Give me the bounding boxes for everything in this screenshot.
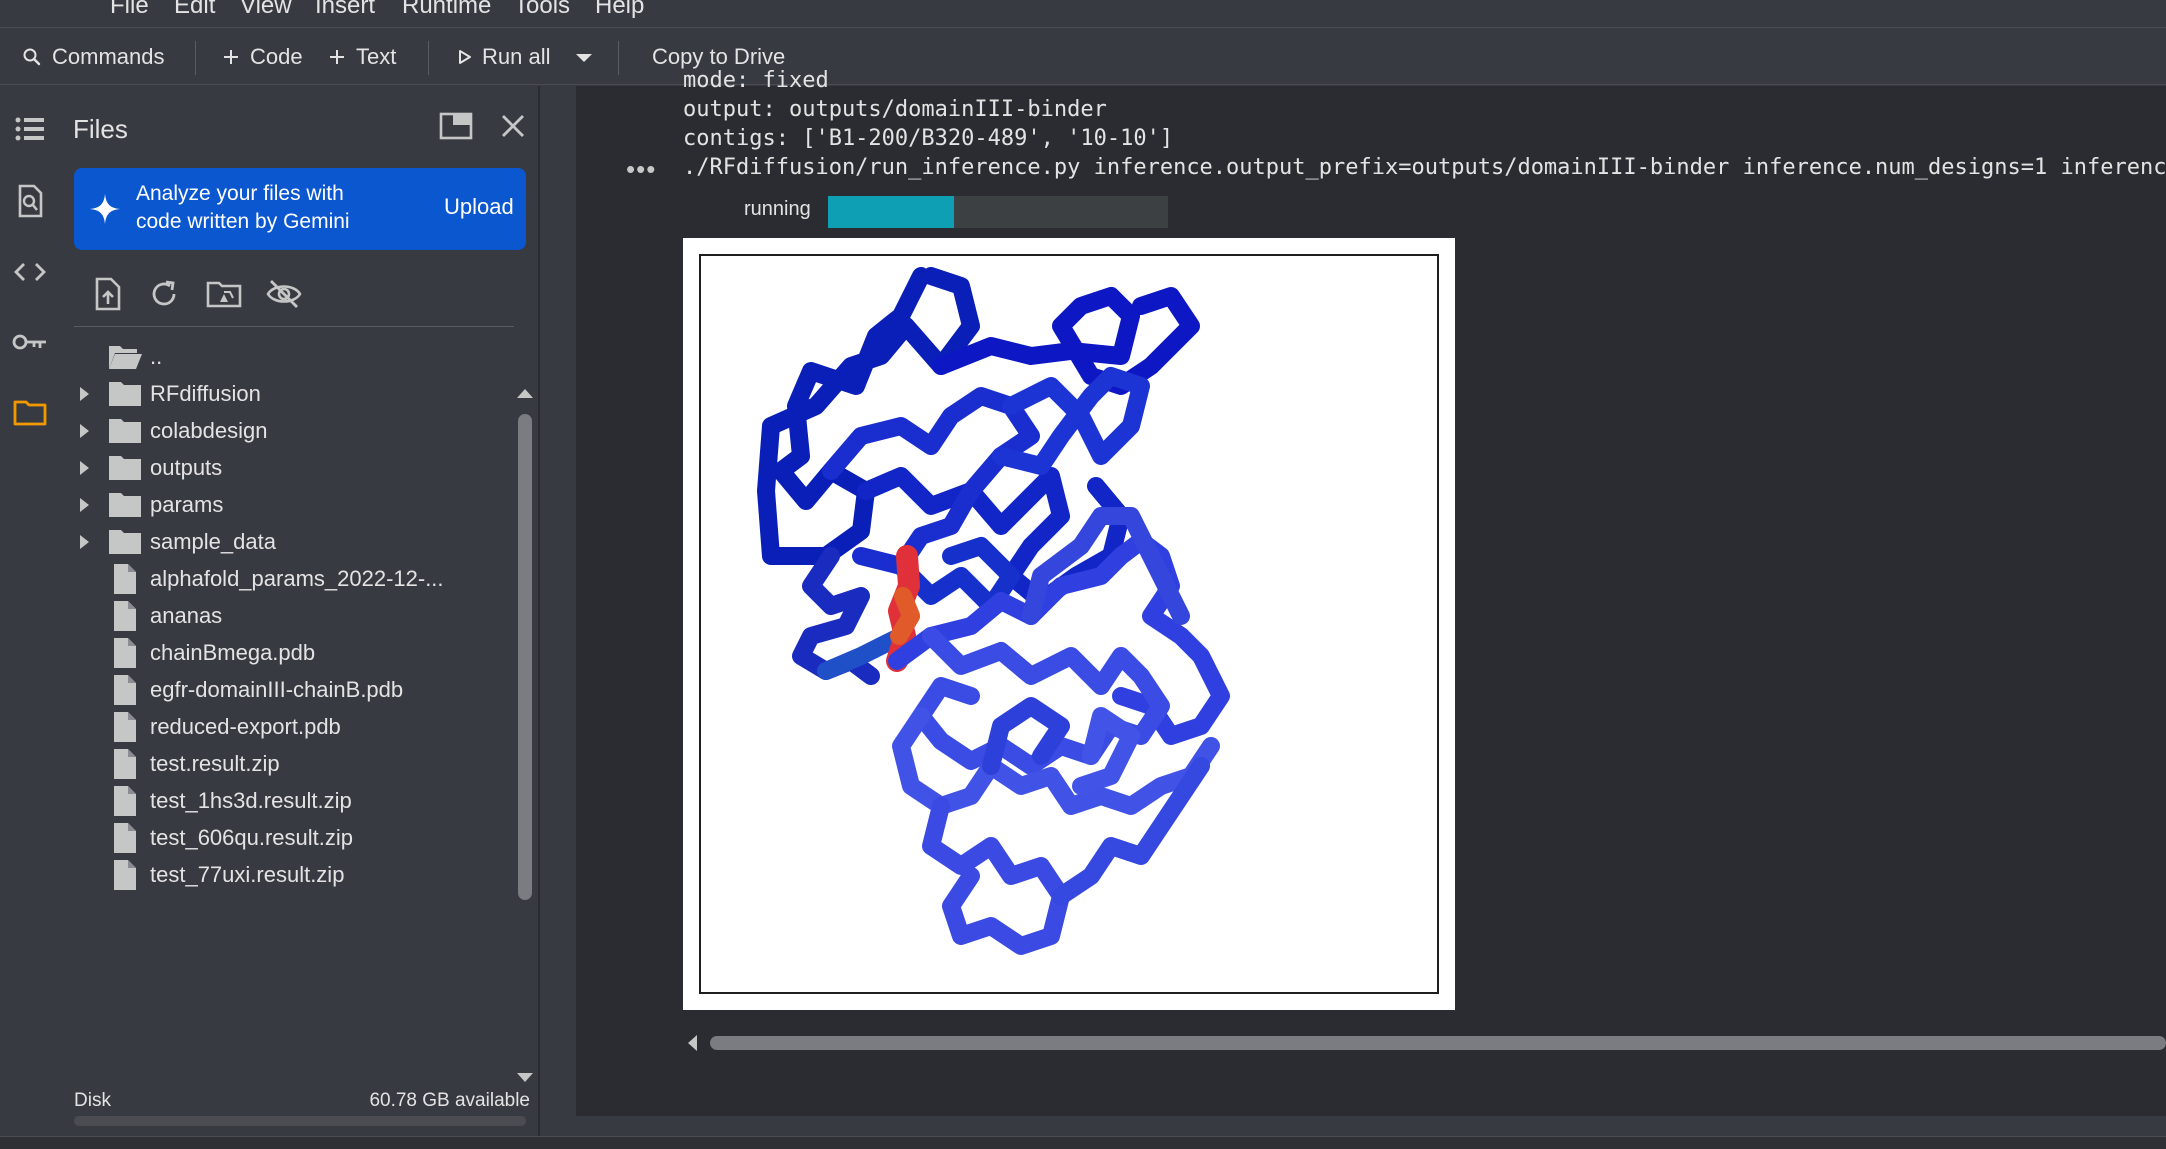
menu-edit[interactable]: Edit bbox=[174, 0, 215, 20]
caret-right-icon[interactable] bbox=[74, 458, 94, 478]
code-snippets-icon[interactable] bbox=[12, 254, 48, 290]
menu-view[interactable]: View bbox=[240, 0, 292, 20]
tree-row-label: test_77uxi.result.zip bbox=[150, 862, 345, 887]
tree-row-label: test_606qu.result.zip bbox=[150, 825, 354, 850]
toolbar: Commands Code Text Run all Copy to Drive bbox=[0, 29, 2166, 85]
menu-help[interactable]: Help bbox=[595, 0, 644, 20]
tree-row-label: sample_data bbox=[150, 529, 276, 554]
disk-label: Disk bbox=[74, 1090, 111, 1111]
toolbar-divider bbox=[195, 41, 196, 75]
progress-bar bbox=[828, 196, 1168, 228]
files-divider bbox=[74, 326, 514, 327]
caret-right-icon[interactable] bbox=[74, 421, 94, 441]
run-options-dropdown[interactable] bbox=[574, 41, 594, 73]
output-line: output: outputs/domainIII-binder bbox=[683, 97, 1107, 122]
commands-button[interactable]: Commands bbox=[22, 41, 164, 73]
menu-runtime[interactable]: Runtime bbox=[402, 0, 491, 20]
caret-down-icon bbox=[574, 44, 594, 70]
menu-insert[interactable]: Insert bbox=[315, 0, 375, 20]
output-horizontal-scrollbar[interactable] bbox=[686, 1032, 2166, 1052]
files-panel: Files Analyze your files with code writt… bbox=[60, 86, 540, 1136]
copy-to-drive-label: Copy to Drive bbox=[652, 44, 786, 69]
refresh-icon[interactable] bbox=[142, 272, 186, 316]
close-icon[interactable] bbox=[493, 106, 533, 146]
plus-icon bbox=[328, 48, 346, 66]
tree-row-label: alphafold_params_2022-12-... bbox=[150, 566, 444, 591]
scroll-left-arrow-icon[interactable] bbox=[686, 1034, 698, 1057]
hide-files-icon[interactable] bbox=[262, 272, 306, 316]
figure-frame bbox=[699, 254, 1439, 994]
output-line: contigs: ['B1-200/B320-489', '10-10'] bbox=[683, 126, 1174, 151]
table-of-contents-icon[interactable] bbox=[12, 111, 48, 147]
left-rail bbox=[0, 86, 60, 1136]
scroll-up-arrow-icon[interactable] bbox=[516, 386, 534, 404]
tree-row-file[interactable]: test_77uxi.result.zip bbox=[60, 850, 510, 900]
search-icon bbox=[22, 47, 42, 67]
status-label: running bbox=[744, 198, 811, 220]
gemini-banner-text: Analyze your files with code written by … bbox=[136, 182, 350, 233]
plus-icon bbox=[222, 48, 240, 66]
tree-row-label: outputs bbox=[150, 455, 223, 480]
run-all-button[interactable]: Run all bbox=[458, 41, 550, 73]
scroll-down-arrow-icon[interactable] bbox=[516, 1071, 534, 1089]
mount-drive-icon[interactable] bbox=[202, 272, 246, 316]
menu-tools[interactable]: Tools bbox=[514, 0, 570, 20]
file-icon bbox=[107, 859, 143, 891]
open-in-tab-icon[interactable] bbox=[436, 106, 476, 146]
menu-bar: File Edit View Insert Runtime Tools Help bbox=[0, 0, 2166, 28]
status-bar bbox=[0, 1136, 2166, 1149]
caret-right-icon[interactable] bbox=[74, 532, 94, 552]
gemini-sparkle-icon bbox=[88, 192, 122, 231]
protein-structure-render bbox=[757, 267, 1230, 955]
file-tree: .. RFdiffusion colabdesign outputs param… bbox=[60, 332, 510, 1084]
add-text-button[interactable]: Text bbox=[328, 41, 396, 73]
caret-right-icon[interactable] bbox=[74, 495, 94, 515]
tree-row-label: test_1hs3d.result.zip bbox=[150, 788, 352, 813]
commands-label: Commands bbox=[52, 44, 165, 69]
progress-fill bbox=[828, 196, 954, 228]
menu-file[interactable]: File bbox=[110, 0, 149, 20]
disk-usage-bar bbox=[74, 1116, 526, 1126]
disk-available: 60.78 GB available bbox=[369, 1090, 530, 1111]
files-folder-icon[interactable] bbox=[12, 394, 48, 430]
output-line: ./RFdiffusion/run_inference.py inference… bbox=[683, 155, 2166, 180]
files-panel-title: Files bbox=[73, 114, 128, 144]
tree-row-label: chainBmega.pdb bbox=[150, 640, 316, 665]
scrollbar-thumb[interactable] bbox=[518, 414, 532, 900]
find-replace-icon[interactable] bbox=[12, 183, 48, 219]
upload-button[interactable]: Upload bbox=[444, 194, 514, 220]
tree-row-label: test.result.zip bbox=[150, 751, 280, 776]
add-text-label: Text bbox=[356, 44, 397, 69]
upload-file-icon[interactable] bbox=[86, 272, 130, 316]
add-code-button[interactable]: Code bbox=[222, 41, 303, 73]
tree-row-label: colabdesign bbox=[150, 418, 268, 443]
protein-structure-figure bbox=[683, 238, 1455, 1010]
tree-row-label: .. bbox=[150, 344, 163, 369]
notebook-main: ••• mode: fixed output: outputs/domainII… bbox=[542, 68, 2166, 1136]
output-line: mode: fixed bbox=[683, 68, 829, 93]
tree-row-label: params bbox=[150, 492, 224, 517]
disk-usage: Disk 60.78 GB available bbox=[74, 1090, 530, 1112]
tree-row-label: reduced-export.pdb bbox=[150, 714, 341, 739]
secrets-key-icon[interactable] bbox=[12, 324, 48, 360]
scrollbar-thumb[interactable] bbox=[710, 1036, 2166, 1050]
more-options-icon[interactable]: ••• bbox=[626, 154, 656, 185]
play-icon bbox=[458, 49, 472, 65]
toolbar-divider bbox=[428, 41, 429, 75]
file-tree-scrollbar[interactable] bbox=[514, 386, 534, 1086]
tree-row-label: RFdiffusion bbox=[150, 381, 261, 406]
caret-right-icon[interactable] bbox=[74, 384, 94, 404]
run-all-label: Run all bbox=[482, 44, 551, 69]
toolbar-divider bbox=[618, 41, 619, 75]
disk-usage-fill bbox=[74, 1116, 526, 1126]
add-code-label: Code bbox=[250, 44, 303, 69]
tree-row-label: egfr-domainIII-chainB.pdb bbox=[150, 677, 404, 702]
output-cell: ••• mode: fixed output: outputs/domainII… bbox=[576, 68, 2166, 1116]
gemini-banner: Analyze your files with code written by … bbox=[74, 168, 526, 250]
tree-row-label: ananas bbox=[150, 603, 223, 628]
